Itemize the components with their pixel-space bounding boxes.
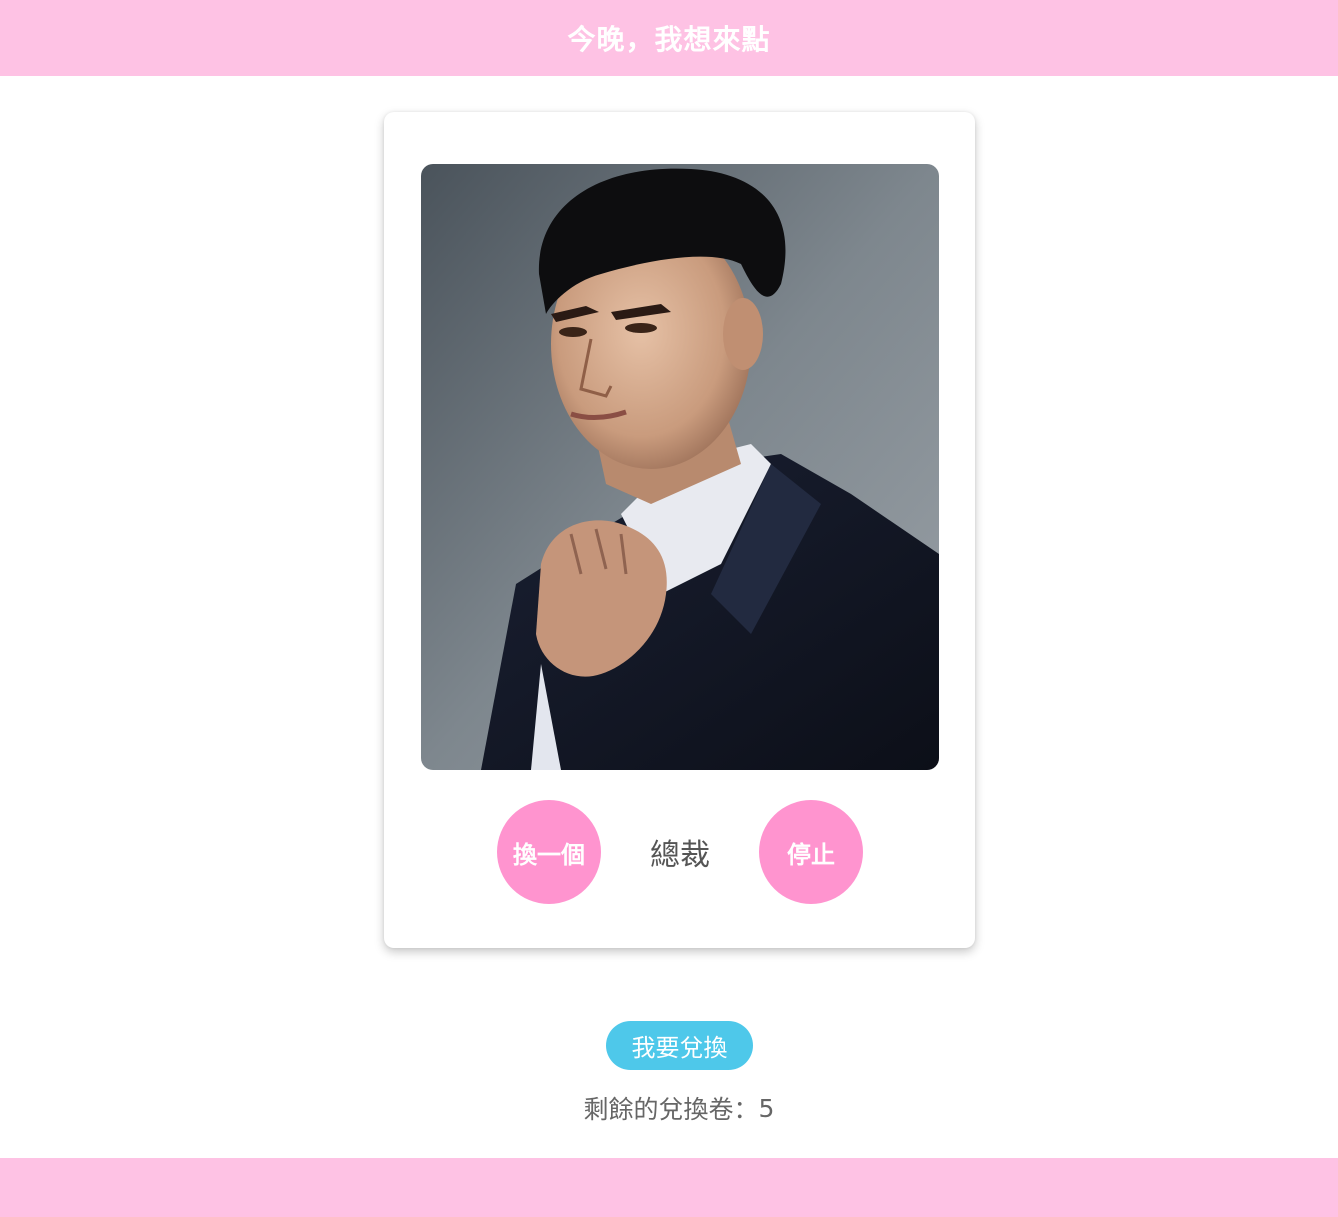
header-bar: 今晚，我想來點 <box>0 0 1338 76</box>
swap-button[interactable]: 換一個 <box>497 800 601 904</box>
remaining-count: 5 <box>758 1093 775 1123</box>
selection-card: 換一個 總裁 停止 <box>384 112 975 948</box>
portrait-photo <box>421 164 939 770</box>
stop-button[interactable]: 停止 <box>759 800 863 904</box>
remaining-coupons: 剩餘的兌換卷： 5 <box>0 1088 1338 1128</box>
footer-bar <box>0 1158 1338 1217</box>
remaining-label: 剩餘的兌換卷： <box>583 1095 759 1124</box>
current-selection-label: 總裁 <box>650 838 710 873</box>
control-row: 換一個 總裁 停止 <box>384 800 975 904</box>
redeem-button[interactable]: 我要兌換 <box>606 1021 753 1070</box>
page-title: 今晚，我想來點 <box>567 23 771 56</box>
